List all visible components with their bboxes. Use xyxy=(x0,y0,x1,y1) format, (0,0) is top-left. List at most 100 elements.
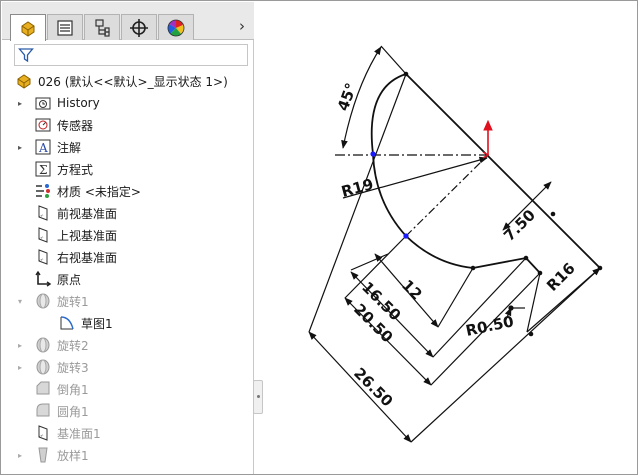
expand-arrow-icon[interactable]: ▸ xyxy=(14,341,26,350)
tree-item-label: 前视基准面 xyxy=(57,206,118,221)
tree-item[interactable]: 倒角1 xyxy=(14,378,89,400)
sketch-drawing[interactable]: 45° R19 7.50 12 16.50 20.50 R0.50 R16 26… xyxy=(255,2,638,475)
graphics-area[interactable]: 45° R19 7.50 12 16.50 20.50 R0.50 R16 26… xyxy=(255,2,638,475)
tree-item-label: 放样1 xyxy=(57,448,89,463)
tree-item-label: 圆角1 xyxy=(57,404,89,419)
svg-text:Σ: Σ xyxy=(39,163,47,177)
annotation-icon: A xyxy=(33,137,53,157)
tree-item-label: 倒角1 xyxy=(57,382,89,397)
tree-item-label: 方程式 xyxy=(57,162,94,177)
tree-item[interactable]: ▸ History xyxy=(14,92,100,114)
origin-icon xyxy=(33,269,53,289)
dim-angle: 45° xyxy=(334,81,361,114)
expand-arrow-icon[interactable]: ▾ xyxy=(14,297,26,306)
tree-item[interactable]: ▾ 旋转1 xyxy=(14,290,89,312)
fillet-icon xyxy=(33,401,53,421)
sketch-point xyxy=(597,265,603,271)
sketch-point xyxy=(370,151,376,157)
tree-item[interactable]: ▸ 放样1 xyxy=(14,444,89,466)
expand-arrow-icon[interactable]: ▸ xyxy=(14,451,26,460)
tab-more-chevron[interactable]: › xyxy=(234,16,250,36)
filter-icon xyxy=(18,48,34,63)
tree-item[interactable]: ▸ A 注解 xyxy=(14,136,81,158)
tree-item[interactable]: 材质 <未指定> xyxy=(14,180,141,202)
svg-text:A: A xyxy=(38,141,48,155)
sketch-point xyxy=(528,331,534,337)
tree-item[interactable]: 传感器 xyxy=(14,114,93,136)
tree-item[interactable]: 草图1 xyxy=(38,312,113,334)
dim-12: 12 xyxy=(398,276,425,303)
tree-item-label: 旋转2 xyxy=(57,338,89,353)
tree-item[interactable]: 右视基准面 xyxy=(14,246,117,268)
part-icon xyxy=(14,71,34,91)
tree-item-label: 注解 xyxy=(57,140,82,155)
appearance-sphere-icon xyxy=(167,19,185,36)
plane-icon xyxy=(33,247,53,267)
profile-slant-line xyxy=(405,73,601,269)
tree-filter[interactable] xyxy=(14,44,248,66)
expand-arrow-icon[interactable]: ▸ xyxy=(14,363,26,372)
tree-item-label: 旋转1 xyxy=(57,294,89,309)
sketch-point xyxy=(550,211,556,217)
sketch-point xyxy=(403,233,409,239)
tab-dimxpert-manager[interactable] xyxy=(121,14,157,40)
tree-item[interactable]: ▸ 旋转3 xyxy=(14,356,89,378)
history-folder-icon xyxy=(33,93,53,113)
feature-manager-panel: › 026 (默认<<默认>_显示状态 1>) ▸ History 传感器 ▸ A 注解 Σ… xyxy=(2,2,263,474)
tree-item[interactable]: 圆角1 xyxy=(14,400,89,422)
profile-right-line xyxy=(525,257,541,274)
expand-arrow-icon[interactable]: ▸ xyxy=(14,143,26,152)
revolve-icon xyxy=(33,291,53,311)
manager-tab-bar: › xyxy=(2,2,254,41)
tree-item-label: 旋转3 xyxy=(57,360,89,375)
r16-ext xyxy=(526,272,541,333)
sketch-point xyxy=(523,255,529,261)
revolve-icon xyxy=(33,357,53,377)
tab-property-manager[interactable] xyxy=(47,14,83,40)
tree-item[interactable]: ▸ 旋转2 xyxy=(14,334,89,356)
plane-icon xyxy=(33,423,53,443)
tree-root-label: 026 (默认<<默认>_显示状态 1>) xyxy=(38,74,228,89)
configuration-icon xyxy=(95,18,110,37)
tree-item[interactable]: 上视基准面 xyxy=(14,224,117,246)
dim-r16: R16 xyxy=(543,259,579,295)
tree-item-label: 右视基准面 xyxy=(57,250,118,265)
tree-item-label: 基准面1 xyxy=(57,426,101,441)
revolve-icon xyxy=(33,335,53,355)
feature-tree-icon xyxy=(21,21,35,37)
tree-item-label: 原点 xyxy=(57,272,82,287)
plane-icon xyxy=(33,225,53,245)
tree-item-label: 材质 <未指定> xyxy=(57,184,141,199)
sketch-point xyxy=(403,71,409,77)
window-frame: › 026 (默认<<默认>_显示状态 1>) ▸ History 传感器 ▸ A 注解 Σ… xyxy=(0,0,638,475)
plane-icon xyxy=(33,203,53,223)
sketch-icon xyxy=(57,313,77,333)
tab-configuration-manager[interactable] xyxy=(84,14,120,40)
crosshair-icon xyxy=(130,18,148,37)
tree-item[interactable]: 前视基准面 xyxy=(14,202,117,224)
tree-item[interactable]: 基准面1 xyxy=(14,422,101,444)
equation-icon: Σ xyxy=(33,159,53,179)
tree-item[interactable]: Σ 方程式 xyxy=(14,158,93,180)
tree-root-part[interactable]: 026 (默认<<默认>_显示状态 1>) xyxy=(14,70,228,92)
dim-2650: 26.50 xyxy=(350,364,396,410)
dim-750: 7.50 xyxy=(500,206,539,245)
profile-lower-arc xyxy=(405,235,474,269)
tree-item-label: History xyxy=(57,96,100,110)
expand-arrow-icon[interactable]: ▸ xyxy=(14,99,26,108)
dim-r19: R19 xyxy=(339,175,375,201)
tree-item-label: 草图1 xyxy=(81,316,113,331)
loft-icon xyxy=(33,445,53,465)
chamfer-icon xyxy=(33,379,53,399)
sensor-icon xyxy=(33,115,53,135)
origin-y-arrow xyxy=(482,119,493,159)
tree-item[interactable]: 原点 xyxy=(14,268,81,290)
diag-center xyxy=(405,154,489,237)
sketch-point xyxy=(537,270,543,276)
tab-feature-manager[interactable] xyxy=(10,14,46,41)
property-list-icon xyxy=(57,19,73,36)
angle-ext xyxy=(380,45,407,75)
tree-item-label: 传感器 xyxy=(57,118,94,133)
sketch-point xyxy=(508,305,514,311)
tab-display-manager[interactable] xyxy=(158,14,194,40)
